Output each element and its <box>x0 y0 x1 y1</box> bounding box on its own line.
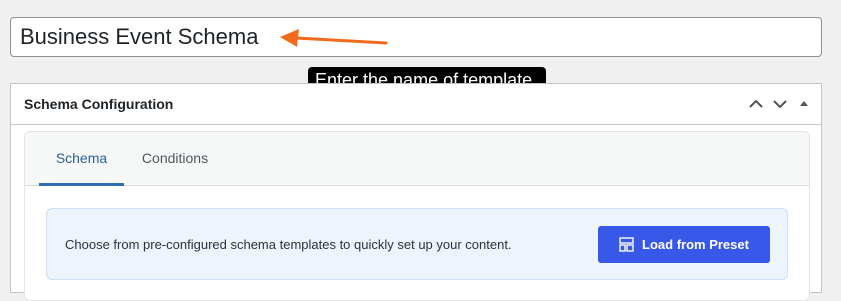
load-from-preset-label: Load from Preset <box>642 237 749 252</box>
tab-conditions[interactable]: Conditions <box>135 132 215 185</box>
metabox-title: Schema Configuration <box>24 96 174 112</box>
template-title-value: Business Event Schema <box>20 24 259 49</box>
preset-description: Choose from pre-configured schema templa… <box>65 237 512 252</box>
chevron-down-icon[interactable] <box>771 94 789 114</box>
chevron-up-icon[interactable] <box>747 94 765 114</box>
metabox-handle-actions <box>747 94 813 114</box>
template-title-input[interactable]: Business Event Schema <box>10 17 822 57</box>
schema-config-panel: Schema Conditions Choose from pre-config… <box>24 131 810 301</box>
schema-configuration-metabox: Schema Configuration Schema Conditions C… <box>10 83 822 301</box>
tab-bar: Schema Conditions <box>25 132 809 186</box>
metabox-header: Schema Configuration <box>11 84 821 125</box>
tab-schema[interactable]: Schema <box>39 132 124 186</box>
layout-icon <box>619 237 634 252</box>
triangle-up-icon[interactable] <box>795 94 813 114</box>
preset-notice: Choose from pre-configured schema templa… <box>46 208 788 280</box>
load-from-preset-button[interactable]: Load from Preset <box>598 226 770 263</box>
